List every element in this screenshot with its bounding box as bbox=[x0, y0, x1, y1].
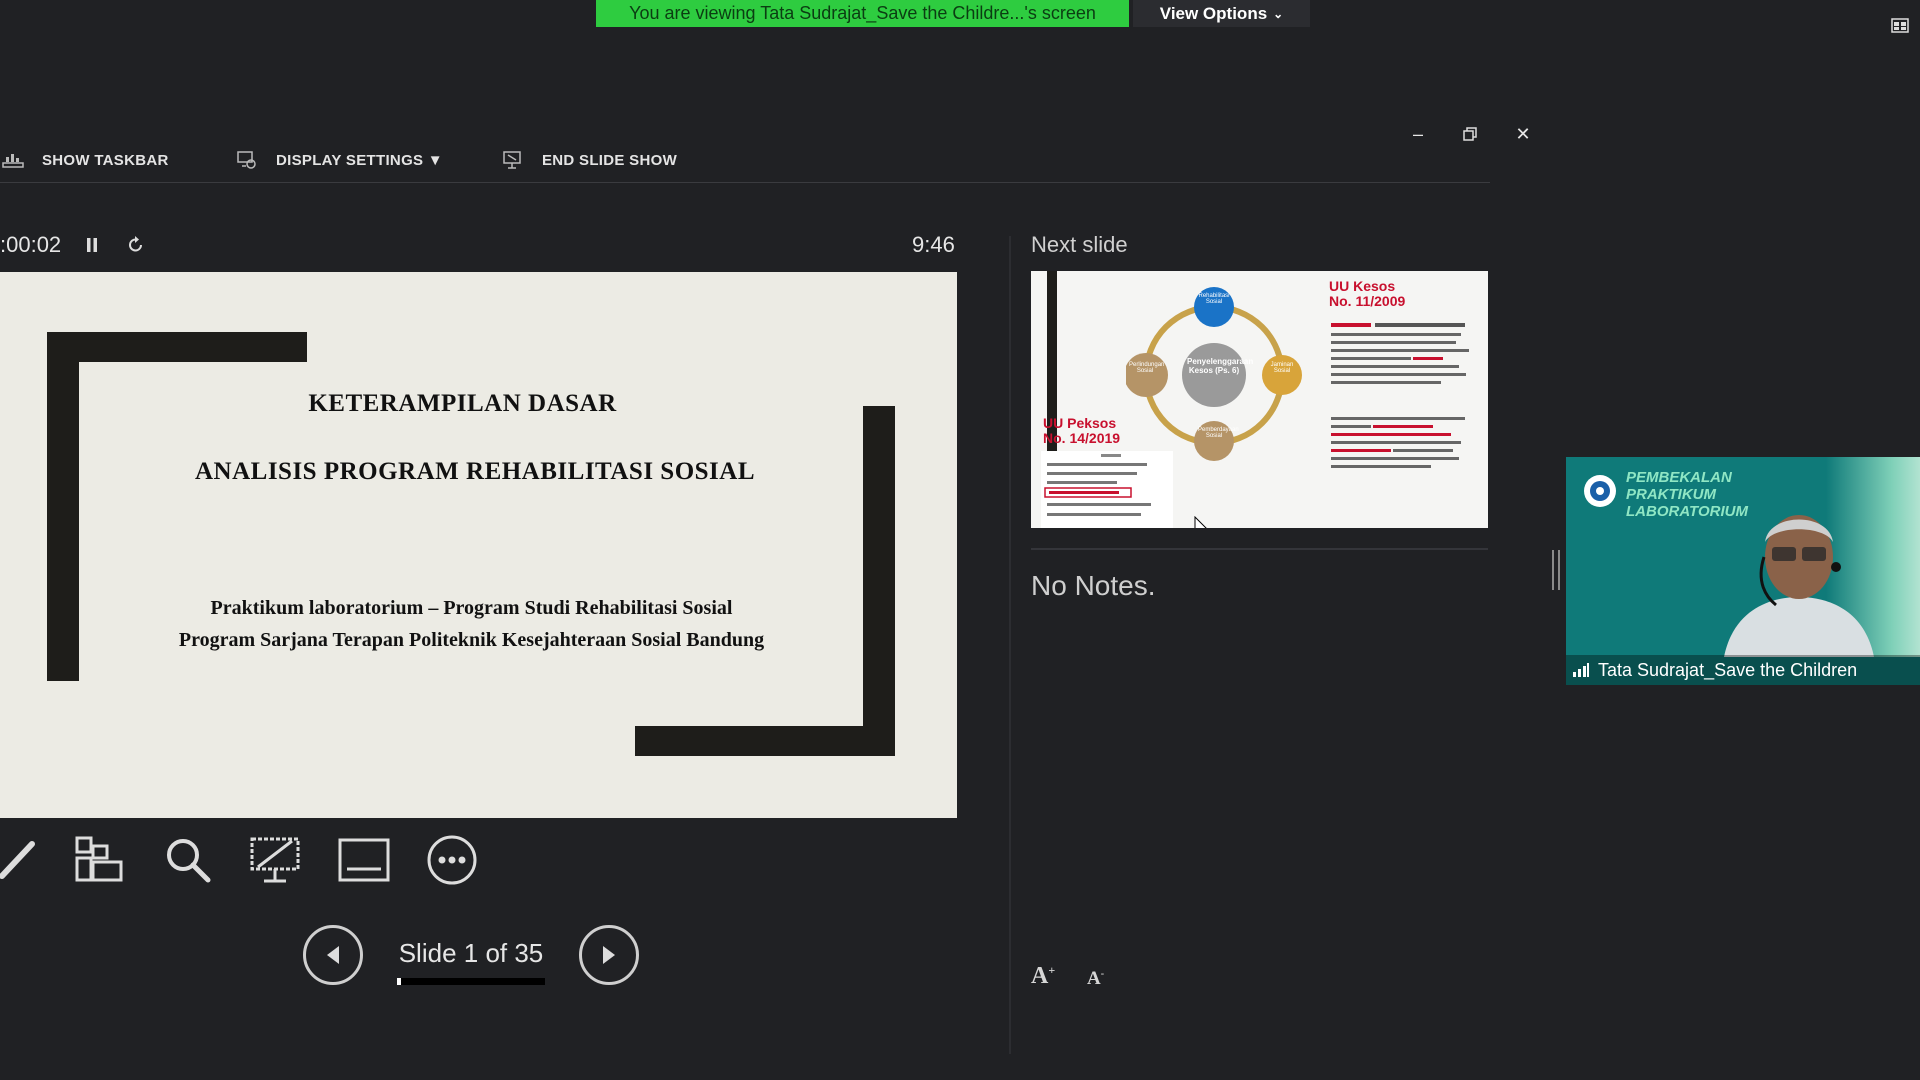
previous-slide-button[interactable] bbox=[303, 925, 363, 985]
view-options-button[interactable]: View Options ⌄ bbox=[1133, 0, 1310, 27]
next-slide-button[interactable] bbox=[579, 925, 639, 985]
slide-frame-bottom bbox=[635, 726, 895, 756]
pause-icon[interactable] bbox=[84, 236, 100, 259]
gallery-view-icon[interactable] bbox=[1891, 16, 1909, 34]
participant-name: Tata Sudrajat_Save the Children bbox=[1598, 659, 1858, 680]
thumb-list-box bbox=[1041, 451, 1173, 528]
screen-share-banner: You are viewing Tata Sudrajat_Save the C… bbox=[596, 0, 1129, 27]
restart-timer-icon[interactable] bbox=[126, 235, 146, 260]
participant-figure bbox=[1724, 515, 1874, 657]
elapsed-timer: :00:02 bbox=[0, 232, 62, 257]
subtitles-icon[interactable] bbox=[334, 830, 394, 890]
current-slide: KETERAMPILAN DASAR ANALISIS PROGRAM REHA… bbox=[0, 272, 957, 818]
slide-frame-top bbox=[47, 332, 307, 362]
slide-progress-bar bbox=[397, 978, 545, 985]
end-slideshow-icon bbox=[503, 151, 521, 169]
slide-title-line1: KETERAMPILAN DASAR bbox=[308, 390, 617, 417]
cycle-node-bottom: Pemberdayaan Sosial bbox=[1198, 427, 1239, 439]
display-settings-button[interactable]: DISPLAY SETTINGS ▼ bbox=[236, 150, 443, 170]
show-taskbar-label: SHOW TASKBAR bbox=[42, 151, 169, 169]
speaker-notes: No Notes. bbox=[1031, 570, 1156, 601]
clock: 9:46 bbox=[912, 232, 955, 257]
screen-share-banner-text: You are viewing Tata Sudrajat_Save the C… bbox=[629, 3, 1096, 23]
cycle-center-text: Penyelenggaraan Kesos (Ps. 6) bbox=[1187, 357, 1254, 375]
slide-subtitle-line1: Praktikum laboratorium – Program Studi R… bbox=[210, 597, 733, 619]
display-settings-label: DISPLAY SETTINGS ▼ bbox=[276, 151, 443, 169]
increase-font-icon[interactable]: A+ bbox=[1031, 963, 1055, 990]
presenter-toolbar bbox=[0, 138, 1490, 183]
notes-divider[interactable] bbox=[1031, 548, 1488, 550]
slide-counter[interactable]: Slide 1 of 35 bbox=[396, 938, 546, 969]
video-panel-handle[interactable] bbox=[1552, 550, 1560, 590]
triangle-left-icon bbox=[327, 946, 339, 964]
more-options-icon[interactable] bbox=[422, 830, 482, 890]
thumb-heading-left: UU Peksos No. 14/2019 bbox=[1043, 415, 1121, 446]
taskbar-icon bbox=[2, 154, 24, 168]
close-icon[interactable]: ✕ bbox=[1513, 124, 1533, 144]
next-slide-thumbnail[interactable]: Penyelenggaraan Kesos (Ps. 6) Rehabilita… bbox=[1031, 271, 1488, 528]
restore-icon[interactable] bbox=[1460, 124, 1480, 144]
slide-subtitle-line2: Program Sarjana Terapan Politeknik Kesej… bbox=[178, 629, 765, 651]
display-settings-icon bbox=[237, 151, 256, 169]
participant-video[interactable]: PEMBEKALAN PRAKTIKUM LABORATORIUM Tata S… bbox=[1566, 457, 1920, 685]
pane-divider[interactable] bbox=[1009, 236, 1011, 1054]
campus-logo-icon bbox=[1584, 475, 1616, 507]
view-options-label: View Options bbox=[1159, 3, 1268, 23]
black-screen-icon[interactable] bbox=[245, 830, 305, 890]
slide-subtitle: Praktikum laboratorium – Program Studi R… bbox=[0, 592, 943, 656]
thumb-heading-right: UU Kesos No. 11/2009 bbox=[1329, 278, 1406, 309]
zoom-slide-icon[interactable] bbox=[158, 830, 218, 890]
thumb-body-text-lines bbox=[1331, 323, 1469, 468]
end-slide-show-label: END SLIDE SHOW bbox=[542, 151, 678, 169]
signal-strength-icon bbox=[1573, 663, 1589, 677]
triangle-right-icon bbox=[603, 946, 615, 964]
pen-icon[interactable] bbox=[0, 830, 48, 890]
show-taskbar-button[interactable]: SHOW TASKBAR bbox=[2, 150, 169, 170]
slide-title-line2: ANALISIS PROGRAM REHABILITASI SOSIAL bbox=[194, 458, 756, 485]
slide-progress-fill bbox=[397, 978, 402, 985]
mouse-cursor-icon bbox=[1194, 516, 1207, 528]
end-slide-show-button[interactable]: END SLIDE SHOW bbox=[502, 150, 677, 170]
cycle-node-left: Perlindungan Sosial bbox=[1129, 362, 1165, 374]
chevron-down-icon: ⌄ bbox=[1273, 6, 1284, 21]
next-slide-label: Next slide bbox=[1031, 232, 1128, 257]
decrease-font-icon[interactable]: A- bbox=[1087, 968, 1104, 990]
participant-name-bar: Tata Sudrajat_Save the Children bbox=[1566, 655, 1920, 685]
minimize-icon[interactable]: – bbox=[1408, 124, 1428, 144]
cycle-node-right: Jaminan Sosial bbox=[1270, 362, 1294, 374]
cycle-node-top: Rehabilitasi Sosial bbox=[1198, 293, 1230, 305]
see-all-slides-icon[interactable] bbox=[69, 830, 129, 890]
